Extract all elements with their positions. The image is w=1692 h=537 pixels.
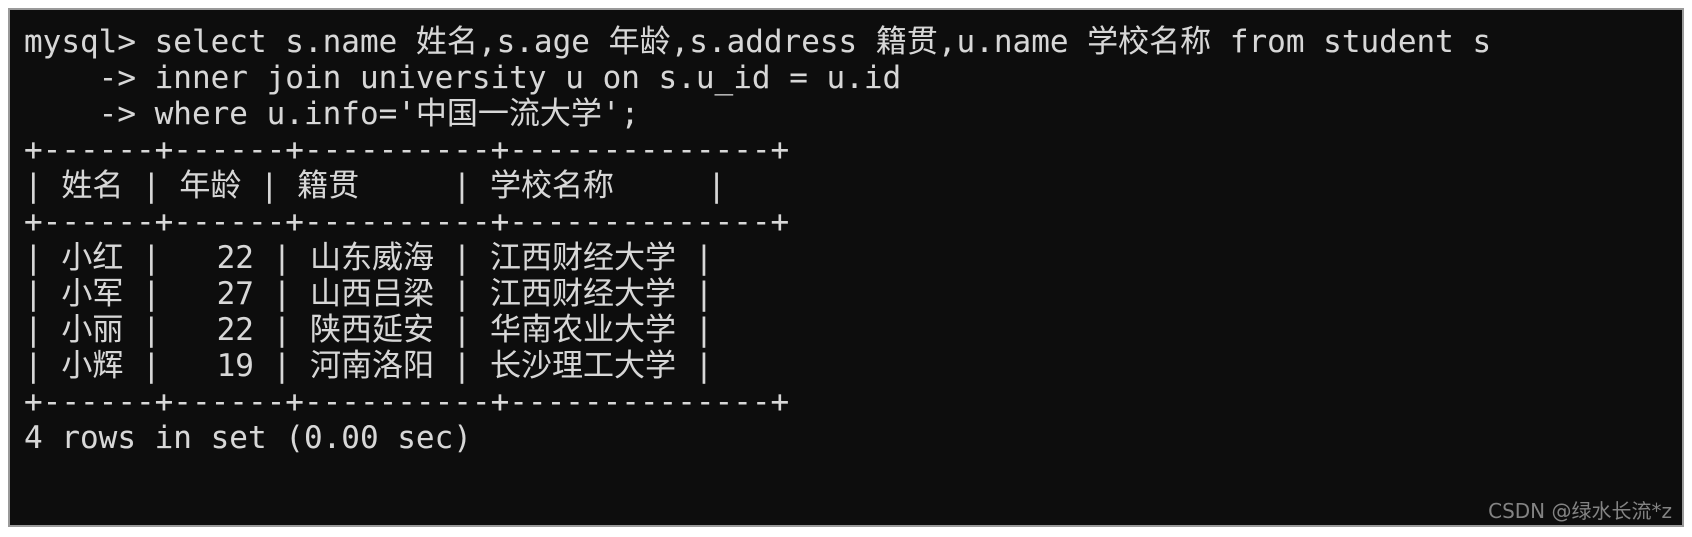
terminal-output-area[interactable]: mysql> select s.name 姓名,s.age 年龄,s.addre…: [10, 10, 1682, 525]
result-table-top-border: +------+------+----------+--------------…: [24, 132, 790, 168]
table-row: | 小丽 | 22 | 陕西延安 | 华南农业大学 |: [24, 312, 714, 348]
terminal-line-query-2: -> inner join university u on s.u_id = u…: [24, 60, 902, 96]
screenshot-page: mysql> select s.name 姓名,s.age 年龄,s.addre…: [0, 0, 1692, 537]
result-table-header-separator: +------+------+----------+--------------…: [24, 204, 790, 240]
terminal-line-query-3: -> where u.info='中国一流大学';: [24, 96, 640, 132]
table-row: | 小军 | 27 | 山西吕梁 | 江西财经大学 |: [24, 276, 714, 312]
terminal-window: mysql> select s.name 姓名,s.age 年龄,s.addre…: [8, 8, 1684, 527]
terminal-line-query-1: mysql> select s.name 姓名,s.age 年龄,s.addre…: [24, 24, 1492, 60]
result-table-bottom-border: +------+------+----------+--------------…: [24, 384, 790, 420]
csdn-watermark: CSDN @绿水长流*z: [1488, 499, 1672, 523]
table-row: | 小红 | 22 | 山东威海 | 江西财经大学 |: [24, 240, 714, 276]
result-table-header-row: | 姓名 | 年龄 | 籍贯 | 学校名称 |: [24, 168, 726, 204]
table-row: | 小辉 | 19 | 河南洛阳 | 长沙理工大学 |: [24, 348, 714, 384]
status-line: 4 rows in set (0.00 sec): [24, 420, 472, 456]
